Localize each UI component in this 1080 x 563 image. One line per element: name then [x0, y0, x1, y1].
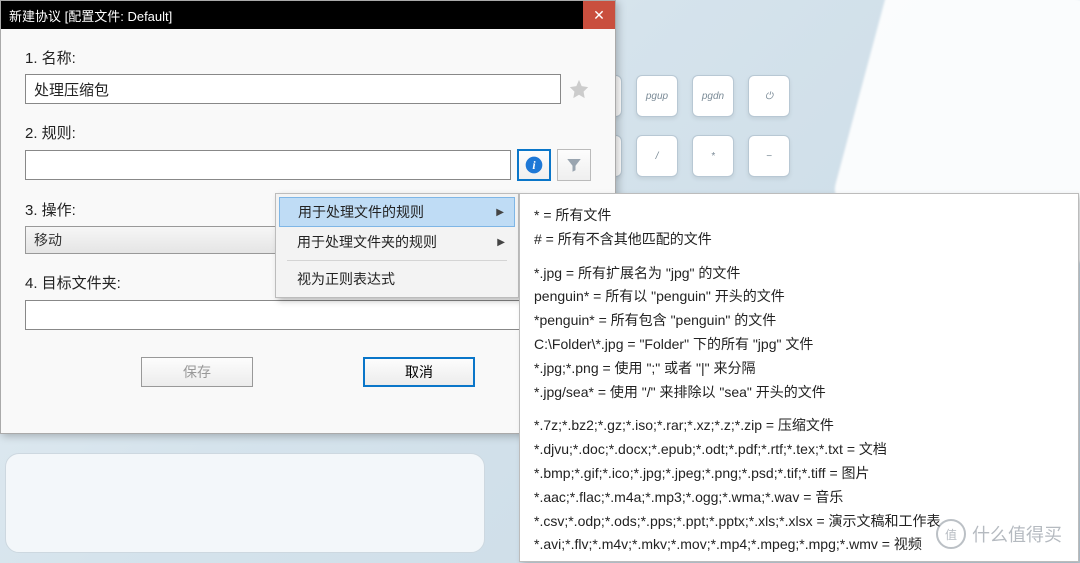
help-line: *.jpg = 所有扩展名为 "jpg" 的文件 — [534, 262, 1064, 286]
save-button-label: 保存 — [183, 362, 211, 382]
background-trackpad — [5, 453, 485, 553]
cancel-button[interactable]: 取消 — [363, 357, 475, 387]
rule-info-button[interactable]: i — [517, 149, 551, 181]
cancel-button-label: 取消 — [405, 362, 433, 382]
key-minus: − — [748, 135, 790, 177]
rule-help-panel: * = 所有文件 # = 所有不含其他匹配的文件 *.jpg = 所有扩展名为 … — [519, 193, 1079, 562]
watermark-logo-icon: 值 — [936, 519, 966, 549]
rule-input[interactable] — [25, 150, 511, 180]
menu-item-regex[interactable]: 视为正则表达式 — [279, 264, 515, 294]
dialog-titlebar[interactable]: 新建协议 [配置文件: Default] ✕ — [1, 1, 615, 29]
help-line: *.jpg/sea* = 使用 "/" 来排除以 "sea" 开头的文件 — [534, 381, 1064, 405]
menu-item-label: 用于处理文件的规则 — [298, 202, 424, 222]
label-name: 1. 名称: — [25, 47, 591, 68]
help-line: *.7z;*.bz2;*.gz;*.iso;*.rar;*.xz;*.z;*.z… — [534, 414, 1064, 438]
watermark: 值 什么值得买 — [936, 519, 1062, 549]
help-line: # = 所有不含其他匹配的文件 — [534, 228, 1064, 252]
submenu-arrow-icon: ▶ — [497, 237, 505, 248]
watermark-text: 什么值得买 — [972, 521, 1062, 547]
help-line: * = 所有文件 — [534, 204, 1064, 228]
help-line: *.jpg;*.png = 使用 ";" 或者 "|" 来分隔 — [534, 357, 1064, 381]
menu-item-file-rules[interactable]: 用于处理文件的规则 ▶ — [279, 197, 515, 227]
label-rule: 2. 规则: — [25, 122, 591, 143]
help-line: penguin* = 所有以 "penguin" 开头的文件 — [534, 285, 1064, 309]
key-pgdn: pgdn — [692, 75, 734, 117]
close-button[interactable]: ✕ — [583, 1, 615, 29]
help-section-wildcards: * = 所有文件 # = 所有不含其他匹配的文件 — [534, 204, 1064, 252]
menu-item-folder-rules[interactable]: 用于处理文件夹的规则 ▶ — [279, 227, 515, 257]
key-slash: / — [636, 135, 678, 177]
favorite-star-icon[interactable] — [567, 77, 591, 101]
submenu-arrow-icon: ▶ — [496, 207, 504, 218]
help-section-examples: *.jpg = 所有扩展名为 "jpg" 的文件 penguin* = 所有以 … — [534, 262, 1064, 405]
name-input[interactable] — [25, 74, 561, 104]
menu-separator — [287, 260, 507, 261]
save-button[interactable]: 保存 — [141, 357, 253, 387]
close-icon: ✕ — [593, 7, 605, 24]
help-line: *penguin* = 所有包含 "penguin" 的文件 — [534, 309, 1064, 333]
key-pgup: pgup — [636, 75, 678, 117]
rule-context-menu: 用于处理文件的规则 ▶ 用于处理文件夹的规则 ▶ 视为正则表达式 — [275, 193, 519, 298]
help-line: *.bmp;*.gif;*.ico;*.jpg;*.jpeg;*.png;*.p… — [534, 462, 1064, 486]
menu-item-label: 视为正则表达式 — [297, 269, 395, 289]
target-folder-input[interactable] — [25, 300, 551, 330]
key-asterisk: * — [692, 135, 734, 177]
dialog-title: 新建协议 [配置文件: Default] — [9, 6, 172, 25]
help-line: *.aac;*.flac;*.m4a;*.mp3;*.ogg;*.wma;*.w… — [534, 486, 1064, 510]
key-power: ⏻ — [748, 75, 790, 117]
action-select-value: 移动 — [34, 230, 62, 250]
rule-filter-button[interactable] — [557, 149, 591, 181]
help-line: *.djvu;*.doc;*.docx;*.epub;*.odt;*.pdf;*… — [534, 438, 1064, 462]
menu-item-label: 用于处理文件夹的规则 — [297, 232, 437, 252]
help-line: C:\Folder\*.jpg = "Folder" 下的所有 "jpg" 文件 — [534, 333, 1064, 357]
